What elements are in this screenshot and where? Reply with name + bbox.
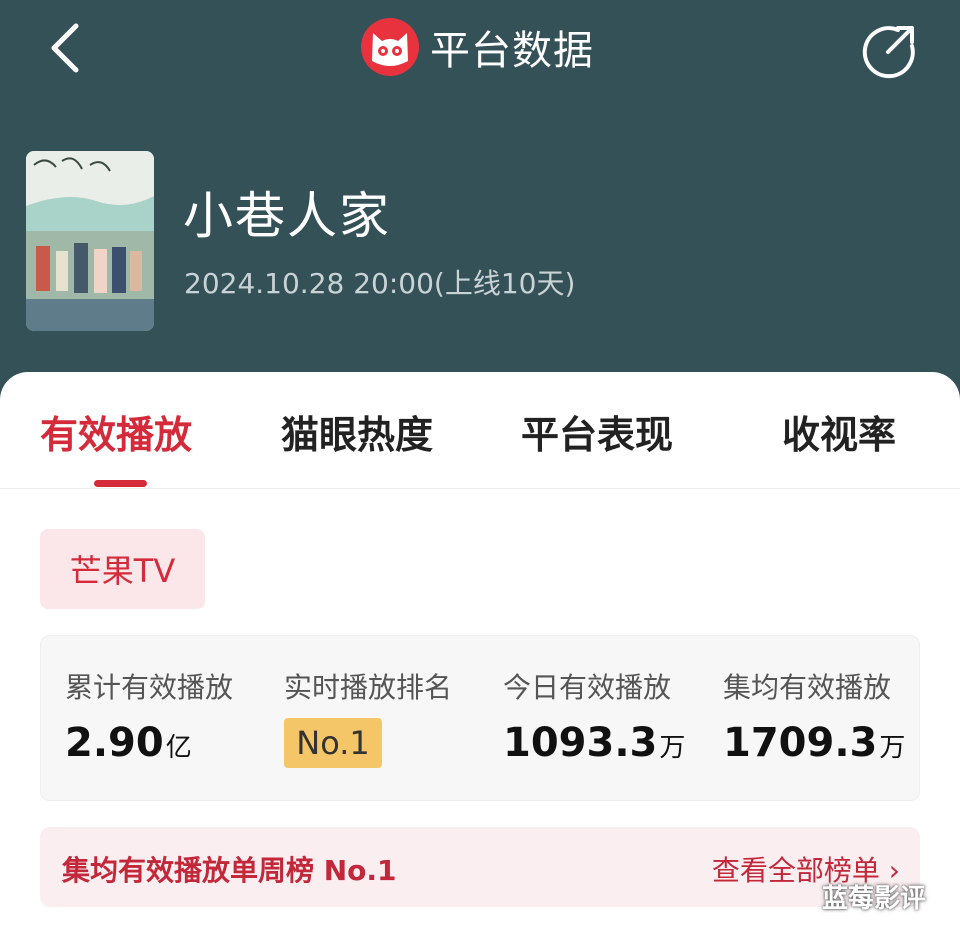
stat-unit: 亿 [165, 733, 192, 763]
platform-chip[interactable]: 芒果TV [40, 529, 205, 609]
banner-text: 集均有效播放单周榜 No.1 [62, 854, 397, 887]
show-poster[interactable] [26, 151, 154, 331]
back-button[interactable] [40, 18, 96, 78]
stats-card: 累计有效播放 2.90亿 实时播放排名 No.1 今日有效播放 1093.3万 … [40, 635, 920, 801]
poster-image [26, 151, 154, 331]
active-tab-indicator [94, 480, 147, 487]
page-title: 平台数据 [430, 28, 594, 74]
data-panel: 有效播放 猫眼热度 平台表现 收视率 芒果TV 累计有效播放 2.90亿 实时播… [0, 372, 960, 929]
stat-number: 2.90 [65, 720, 164, 766]
share-button[interactable] [858, 20, 920, 80]
share-icon [862, 26, 915, 79]
tab-maoyan-heat[interactable]: 猫眼热度 [281, 404, 433, 459]
stat-avg-episode-play: 集均有效播放 1709.3万 [723, 666, 905, 766]
tab-effective-play[interactable]: 有效播放 [40, 404, 192, 459]
stat-value: 1709.3万 [723, 720, 905, 766]
stat-realtime-rank: 实时播放排名 No.1 [284, 666, 452, 768]
stat-label: 实时播放排名 [284, 671, 453, 704]
cat-eye-logo [361, 18, 419, 76]
stat-value: 1093.3万 [503, 720, 685, 766]
stat-unit: 万 [659, 733, 686, 763]
show-title: 小巷人家 [183, 187, 391, 245]
tab-platform-performance[interactable]: 平台表现 [521, 404, 673, 459]
stat-value: 2.90亿 [65, 720, 233, 766]
stat-label: 集均有效播放 [723, 671, 892, 704]
rank-badge: No.1 [284, 718, 382, 768]
tab-bar: 有效播放 猫眼热度 平台表现 收视率 [0, 372, 960, 489]
weekly-rank-banner[interactable]: 集均有效播放单周榜 No.1 查看全部榜单 › [40, 827, 920, 907]
stat-number: 1093.3 [503, 720, 658, 766]
stat-total-play: 累计有效播放 2.90亿 [65, 666, 233, 766]
release-date: 2024.10.28 20:00(上线10天) [184, 267, 576, 300]
header: 平台数据 小巷人家 2024.10.28 20:00(上线10天) [0, 0, 960, 420]
stat-label: 今日有效播放 [503, 671, 672, 704]
stat-label: 累计有效播放 [65, 671, 234, 704]
stat-unit: 万 [879, 733, 906, 763]
tab-ratings[interactable]: 收视率 [782, 404, 896, 459]
brand: 平台数据 [360, 16, 594, 78]
chevron-left-icon [51, 23, 79, 73]
stat-today-play: 今日有效播放 1093.3万 [503, 666, 685, 766]
watermark: 蓝莓影评 [822, 884, 927, 914]
stat-number: 1709.3 [723, 720, 878, 766]
